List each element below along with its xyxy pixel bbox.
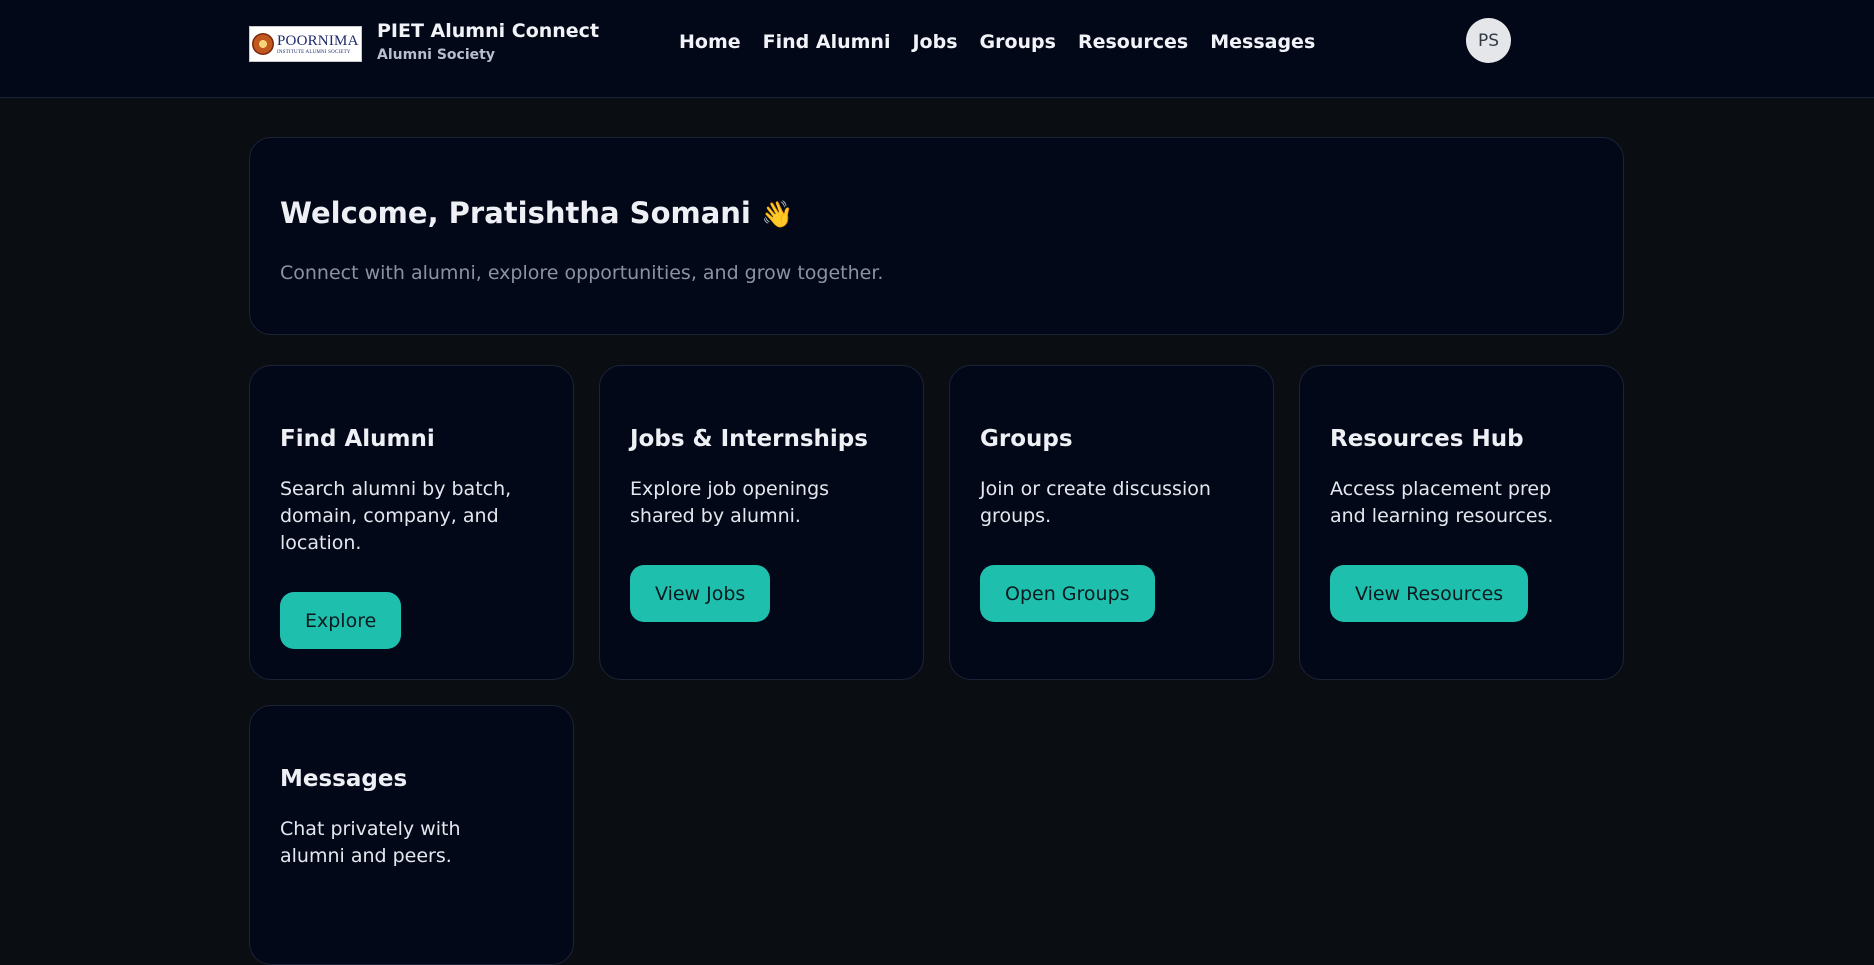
nav-groups[interactable]: Groups [980, 30, 1056, 54]
card-description: Access placement prep and learning resou… [1330, 478, 1554, 527]
card-resources: Resources Hub Access placement prep and … [1299, 365, 1624, 680]
main-nav: Home Find Alumni Jobs Groups Resources M… [679, 30, 1337, 54]
nav-messages[interactable]: Messages [1210, 30, 1315, 54]
welcome-subtitle: Connect with alumni, explore opportuniti… [280, 262, 884, 284]
nav-home[interactable]: Home [679, 30, 741, 54]
institute-seal-icon [252, 33, 274, 55]
top-navbar: POORNIMA INSTITUTE ALUMNI SOCIETY PIET A… [0, 0, 1874, 98]
view-resources-button[interactable]: View Resources [1330, 565, 1529, 622]
welcome-title: Welcome, Pratishtha Somani [280, 196, 751, 230]
waving-hand-icon: 👋 [760, 200, 794, 230]
brand[interactable]: POORNIMA INSTITUTE ALUMNI SOCIETY PIET A… [249, 20, 599, 63]
card-messages: Messages Chat privately with alumni and … [249, 705, 574, 965]
card-title: Messages [280, 766, 408, 792]
explore-button[interactable]: Explore [280, 592, 402, 649]
site-subtitle: Alumni Society [377, 47, 495, 63]
poornima-logo[interactable]: POORNIMA INSTITUTE ALUMNI SOCIETY [249, 26, 362, 62]
card-description: Chat privately with alumni and peers. [280, 818, 461, 867]
view-jobs-button[interactable]: View Jobs [630, 565, 771, 622]
card-description: Explore job openings shared by alumni. [630, 478, 830, 527]
nav-jobs[interactable]: Jobs [912, 30, 957, 54]
card-title: Groups [980, 426, 1073, 452]
welcome-card: Welcome, Pratishtha Somani 👋 Connect wit… [249, 137, 1624, 335]
card-description: Search alumni by batch, domain, company,… [280, 478, 512, 554]
open-groups-button[interactable]: Open Groups [980, 565, 1155, 622]
welcome-heading: Welcome, Pratishtha Somani 👋 [280, 196, 793, 230]
card-jobs: Jobs & Internships Explore job openings … [599, 365, 924, 680]
site-title: PIET Alumni Connect [377, 20, 600, 42]
card-description: Join or create discussion groups. [980, 478, 1211, 527]
nav-resources[interactable]: Resources [1078, 30, 1188, 54]
card-find-alumni: Find Alumni Search alumni by batch, doma… [249, 365, 574, 680]
nav-find-alumni[interactable]: Find Alumni [763, 30, 891, 54]
card-title: Find Alumni [280, 426, 435, 452]
user-avatar[interactable]: PS [1466, 18, 1511, 63]
card-title: Resources Hub [1330, 426, 1524, 452]
logo-wordmark: POORNIMA [277, 32, 359, 49]
card-groups: Groups Join or create discussion groups.… [949, 365, 1274, 680]
card-title: Jobs & Internships [630, 426, 868, 452]
logo-subtext: INSTITUTE ALUMNI SOCIETY [277, 49, 351, 55]
